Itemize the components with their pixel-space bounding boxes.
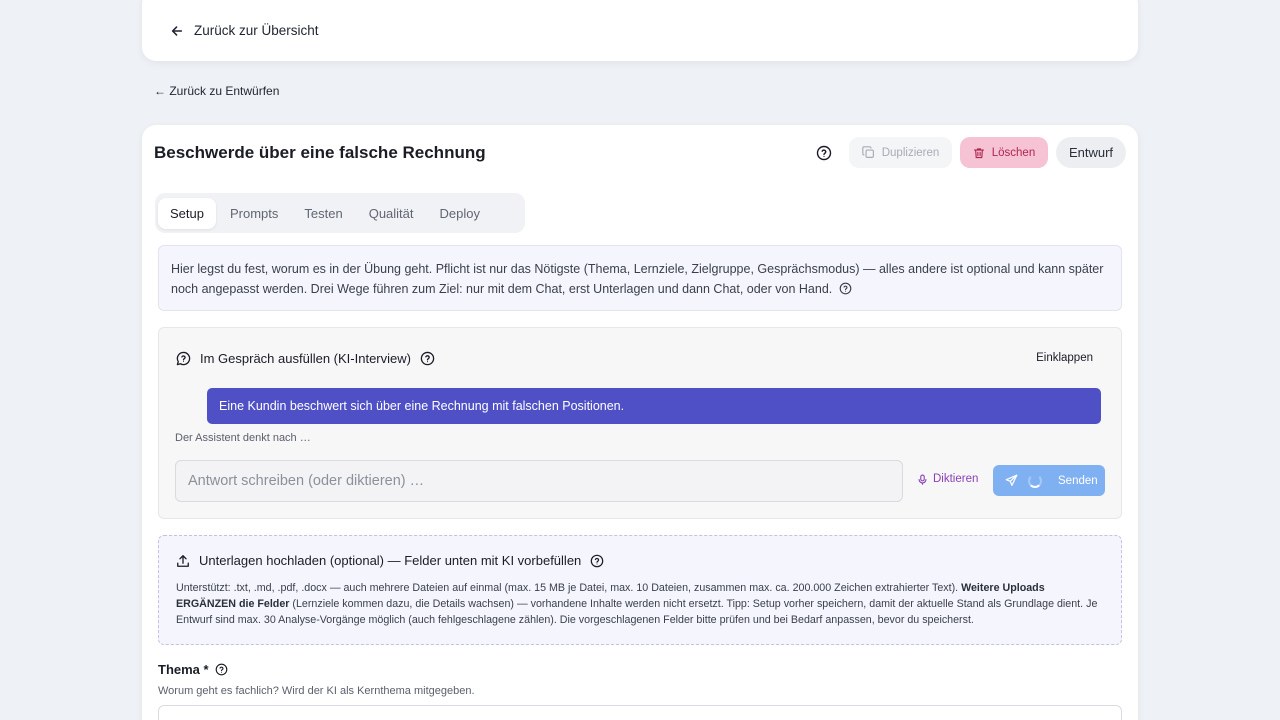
delete-label: Löschen [991, 146, 1036, 159]
user-message-text: Eine Kundin beschwert sich über eine Rec… [219, 399, 625, 413]
send-label: Senden [1058, 474, 1098, 487]
upload-icon [177, 554, 189, 567]
intro-box: Hier legst du fest, worum es in der Übun… [158, 245, 1122, 311]
help-circle-icon[interactable] [420, 351, 435, 366]
help-circle-icon[interactable] [839, 282, 852, 295]
help-circle-icon[interactable] [816, 145, 832, 161]
copy-icon [861, 146, 874, 158]
top-bar: Zurück zur Übersicht [142, 0, 1138, 61]
status-badge: Entwurf [1056, 137, 1126, 168]
upload-title: Unterlagen hochladen (optional) — Felder… [199, 553, 582, 568]
upload-description: Unterstützt: .txt, .md, .pdf, .docx — au… [176, 582, 1098, 626]
chat-bubble-icon [176, 351, 191, 366]
arrow-left-icon [171, 25, 183, 36]
tab-bar: Setup Prompts Testen Qualität Deploy [155, 193, 525, 233]
assistant-thinking-status: Der Assistent denkt nach … [175, 432, 311, 444]
tab-setup[interactable]: Setup [158, 197, 216, 229]
ai-interview-title: Im Gespräch ausfüllen (KI-Interview) [200, 351, 411, 366]
upload-heading: Unterlagen hochladen (optional) — Felder… [176, 553, 604, 568]
back-to-overview-label: Zurück zur Übersicht [194, 23, 319, 38]
collapse-button[interactable]: Einklappen [1036, 352, 1093, 364]
loading-spinner-icon [1028, 473, 1042, 488]
user-message-bubble: Eine Kundin beschwert sich über eine Rec… [207, 388, 1101, 424]
editor-card: Beschwerde über eine falsche Rechnung Du… [142, 125, 1138, 720]
dictate-label: Diktieren [933, 473, 979, 485]
dictate-button[interactable]: Diktieren [917, 473, 978, 485]
back-to-drafts-link[interactable]: ← Zurück zu Entwürfen [154, 84, 279, 98]
tab-qualitaet[interactable]: Qualität [357, 198, 426, 229]
tab-testen[interactable]: Testen [292, 198, 354, 229]
topic-field-hint: Worum geht es fachlich? Wird der KI als … [158, 685, 475, 697]
page-title: Beschwerde über eine falsche Rechnung [154, 143, 486, 162]
delete-button[interactable]: Löschen [960, 137, 1048, 168]
help-circle-icon[interactable] [215, 663, 228, 676]
back-to-overview-link[interactable]: Zurück zur Übersicht [170, 23, 319, 38]
duplicate-button[interactable]: Duplizieren [849, 137, 952, 168]
ai-interview-panel: Im Gespräch ausfüllen (KI-Interview) Ein… [158, 327, 1122, 519]
tab-prompts[interactable]: Prompts [218, 198, 290, 229]
ai-interview-heading: Im Gespräch ausfüllen (KI-Interview) [176, 351, 435, 366]
microphone-icon [918, 473, 927, 485]
send-icon [1005, 474, 1018, 486]
duplicate-label: Duplizieren [881, 146, 940, 159]
topic-input[interactable] [158, 705, 1122, 720]
help-circle-icon[interactable] [590, 554, 604, 568]
tab-deploy[interactable]: Deploy [428, 198, 492, 229]
intro-text: Hier legst du fest, worum es in der Übun… [171, 262, 1104, 296]
send-button[interactable]: Senden [993, 465, 1105, 496]
upload-panel[interactable]: Unterlagen hochladen (optional) — Felder… [158, 535, 1122, 645]
trash-icon [973, 147, 984, 158]
topic-field-label: Thema * [158, 662, 228, 677]
answer-input[interactable] [175, 460, 903, 502]
